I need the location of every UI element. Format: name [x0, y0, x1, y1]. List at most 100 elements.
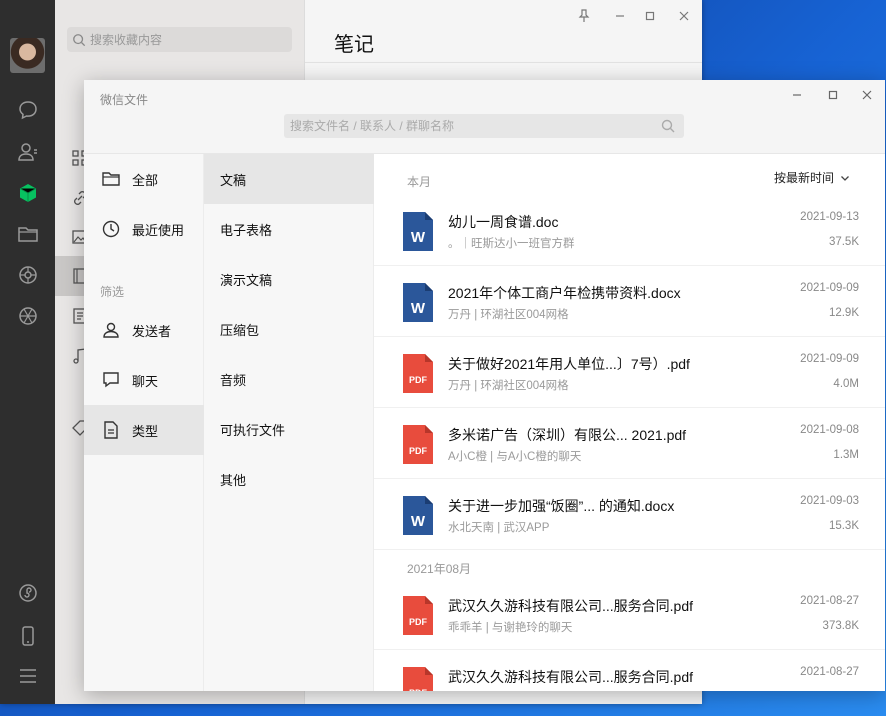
favorites-icon[interactable] — [16, 181, 40, 205]
group-label: 2021年08月 — [407, 562, 472, 576]
file-list: 本月 按最新时间 W 幼儿一周食谱.doc 。｜旺斯达小一班官方群 2021-0… — [374, 154, 885, 691]
nav-recent[interactable]: 最近使用 — [84, 204, 204, 254]
file-date: 2021-08-27 — [800, 666, 859, 678]
file-name: 武汉久久游科技有限公司...服务合同.pdf — [448, 598, 694, 614]
file-size: 373.8K — [822, 620, 859, 632]
minimize-icon[interactable] — [789, 87, 805, 103]
group-label: 本月 — [407, 175, 432, 189]
file-source: 万丹 | 环湖社区004网格 — [448, 380, 569, 392]
file-row[interactable]: W 2021年个体工商户年检携带资料.docx 万丹 | 环湖社区004网格 2… — [374, 266, 885, 337]
document-icon — [101, 420, 121, 440]
file-row[interactable]: PDF 武汉久久游科技有限公司...服务合同.pdf 乖乖羊 | 与谢艳玲的聊天… — [374, 579, 885, 650]
nav-chat[interactable]: 聊天 — [84, 355, 204, 405]
word-file-icon: W — [403, 283, 433, 322]
file-icon-label: W — [410, 300, 426, 317]
type-archives[interactable]: 压缩包 — [204, 304, 374, 354]
type-executables[interactable]: 可执行文件 — [204, 404, 374, 454]
file-row[interactable]: PDF 关于做好2021年用人单位...〕7号）.pdf 万丹 | 环湖社区00… — [374, 337, 885, 408]
files-window-header: 微信文件 — [84, 80, 885, 154]
file-source: A小C橙 | 与A小C橙的聊天 — [448, 451, 582, 463]
contacts-icon[interactable] — [16, 140, 40, 164]
nav-type-label: 类型 — [132, 423, 159, 439]
favorites-search-placeholder: 搜索收藏内容 — [90, 33, 163, 47]
pdf-file-icon: PDF — [403, 354, 433, 393]
close-icon[interactable] — [859, 87, 875, 103]
file-row[interactable]: PDF 多米诺广告（深圳）有限公... 2021.pdf A小C橙 | 与A小C… — [374, 408, 885, 479]
wechat-sidebar — [0, 0, 55, 704]
type-spreadsheets[interactable]: 电子表格 — [204, 204, 374, 254]
pin-icon[interactable] — [576, 8, 592, 24]
nav-sender[interactable]: 发送者 — [84, 305, 204, 355]
wechat-files-window: 微信文件 全部 — [84, 80, 885, 691]
file-name: 关于进一步加强“饭圈”... 的通知.docx — [448, 498, 675, 514]
chat-icon[interactable] — [16, 98, 40, 122]
file-type-nav: 文稿 电子表格 演示文稿 压缩包 音频 可执行文件 其他 — [204, 154, 374, 691]
file-search-input[interactable] — [284, 114, 644, 138]
file-date: 2021-09-09 — [800, 353, 859, 365]
file-size: 4.0M — [833, 378, 859, 390]
chat-bubble-icon — [101, 370, 121, 390]
search-icon[interactable] — [660, 118, 676, 134]
pdf-file-icon: PDF — [403, 667, 433, 691]
file-row[interactable]: W 关于进一步加强“饭圈”... 的通知.docx 水北天南 | 武汉APP 2… — [374, 479, 885, 550]
pdf-file-icon: PDF — [403, 596, 433, 635]
favorites-search[interactable]: 搜索收藏内容 — [67, 27, 292, 52]
folder-icon[interactable] — [16, 222, 40, 246]
nav-all[interactable]: 全部 — [84, 154, 204, 204]
file-size: 37.5K — [828, 236, 859, 248]
avatar[interactable] — [10, 38, 45, 73]
file-search — [284, 114, 684, 138]
window-title: 微信文件 — [100, 93, 149, 107]
filter-nav: 全部 最近使用 筛选 发送者 聊天 类型 — [84, 154, 204, 691]
nav-all-label: 全部 — [132, 172, 159, 188]
file-date: 2021-08-27 — [800, 595, 859, 607]
chevron-down-icon — [839, 172, 851, 184]
word-file-icon: W — [403, 496, 433, 535]
file-name: 2021年个体工商户年检携带资料.docx — [448, 285, 681, 301]
nav-sender-label: 发送者 — [132, 323, 172, 339]
file-size: 12.9K — [828, 307, 859, 319]
file-icon-label: PDF — [403, 688, 433, 691]
nav-type[interactable]: 类型 — [84, 405, 204, 455]
menu-icon[interactable] — [16, 664, 40, 688]
type-presentations[interactable]: 演示文稿 — [204, 254, 374, 304]
search-icon — [72, 33, 86, 47]
file-source: 水北天南 | 武汉APP — [448, 522, 550, 534]
file-source: 。｜旺斯达小一班官方群 — [448, 238, 575, 250]
title-divider — [305, 62, 702, 63]
minimize-icon[interactable] — [612, 8, 628, 24]
file-icon-label: PDF — [409, 446, 427, 456]
type-others[interactable]: 其他 — [204, 454, 374, 504]
file-name: 关于做好2021年用人单位...〕7号）.pdf — [448, 356, 690, 372]
file-icon-label: PDF — [409, 375, 427, 385]
phone-icon[interactable] — [16, 624, 40, 648]
file-date: 2021-09-13 — [800, 211, 859, 223]
file-source: 乖乖羊 | 与谢艳玲的聊天 — [448, 622, 573, 634]
file-size: 1.3M — [833, 449, 859, 461]
type-audio[interactable]: 音频 — [204, 354, 374, 404]
sort-label: 按最新时间 — [773, 171, 834, 185]
sort-dropdown[interactable]: 按最新时间 — [774, 169, 851, 186]
maximize-icon[interactable] — [825, 87, 841, 103]
file-row[interactable]: W 幼儿一周食谱.doc 。｜旺斯达小一班官方群 2021-09-13 37.5… — [374, 195, 885, 266]
type-documents[interactable]: 文稿 — [204, 154, 374, 204]
filter-section-label: 筛选 — [100, 285, 125, 299]
close-icon[interactable] — [676, 8, 692, 24]
clock-icon — [101, 219, 121, 239]
miniprogram-icon[interactable] — [16, 581, 40, 605]
pdf-file-icon: PDF — [403, 425, 433, 464]
nav-recent-label: 最近使用 — [132, 222, 185, 238]
file-icon-label: W — [410, 513, 426, 530]
moments-icon[interactable] — [16, 263, 40, 287]
file-date: 2021-09-09 — [800, 282, 859, 294]
maximize-icon[interactable] — [642, 8, 658, 24]
word-file-icon: W — [403, 212, 433, 251]
file-source: 万丹 | 环湖社区004网格 — [448, 309, 569, 321]
channels-icon[interactable] — [16, 304, 40, 328]
notes-title: 笔记 — [334, 34, 374, 56]
folder-icon — [101, 169, 121, 189]
file-size: 15.3K — [828, 520, 859, 532]
file-icon-label: W — [410, 229, 426, 246]
file-name: 多米诺广告（深圳）有限公... 2021.pdf — [448, 427, 687, 443]
file-row[interactable]: PDF 武汉久久游科技有限公司...服务合同.pdf 2021-08-27 — [374, 650, 885, 691]
